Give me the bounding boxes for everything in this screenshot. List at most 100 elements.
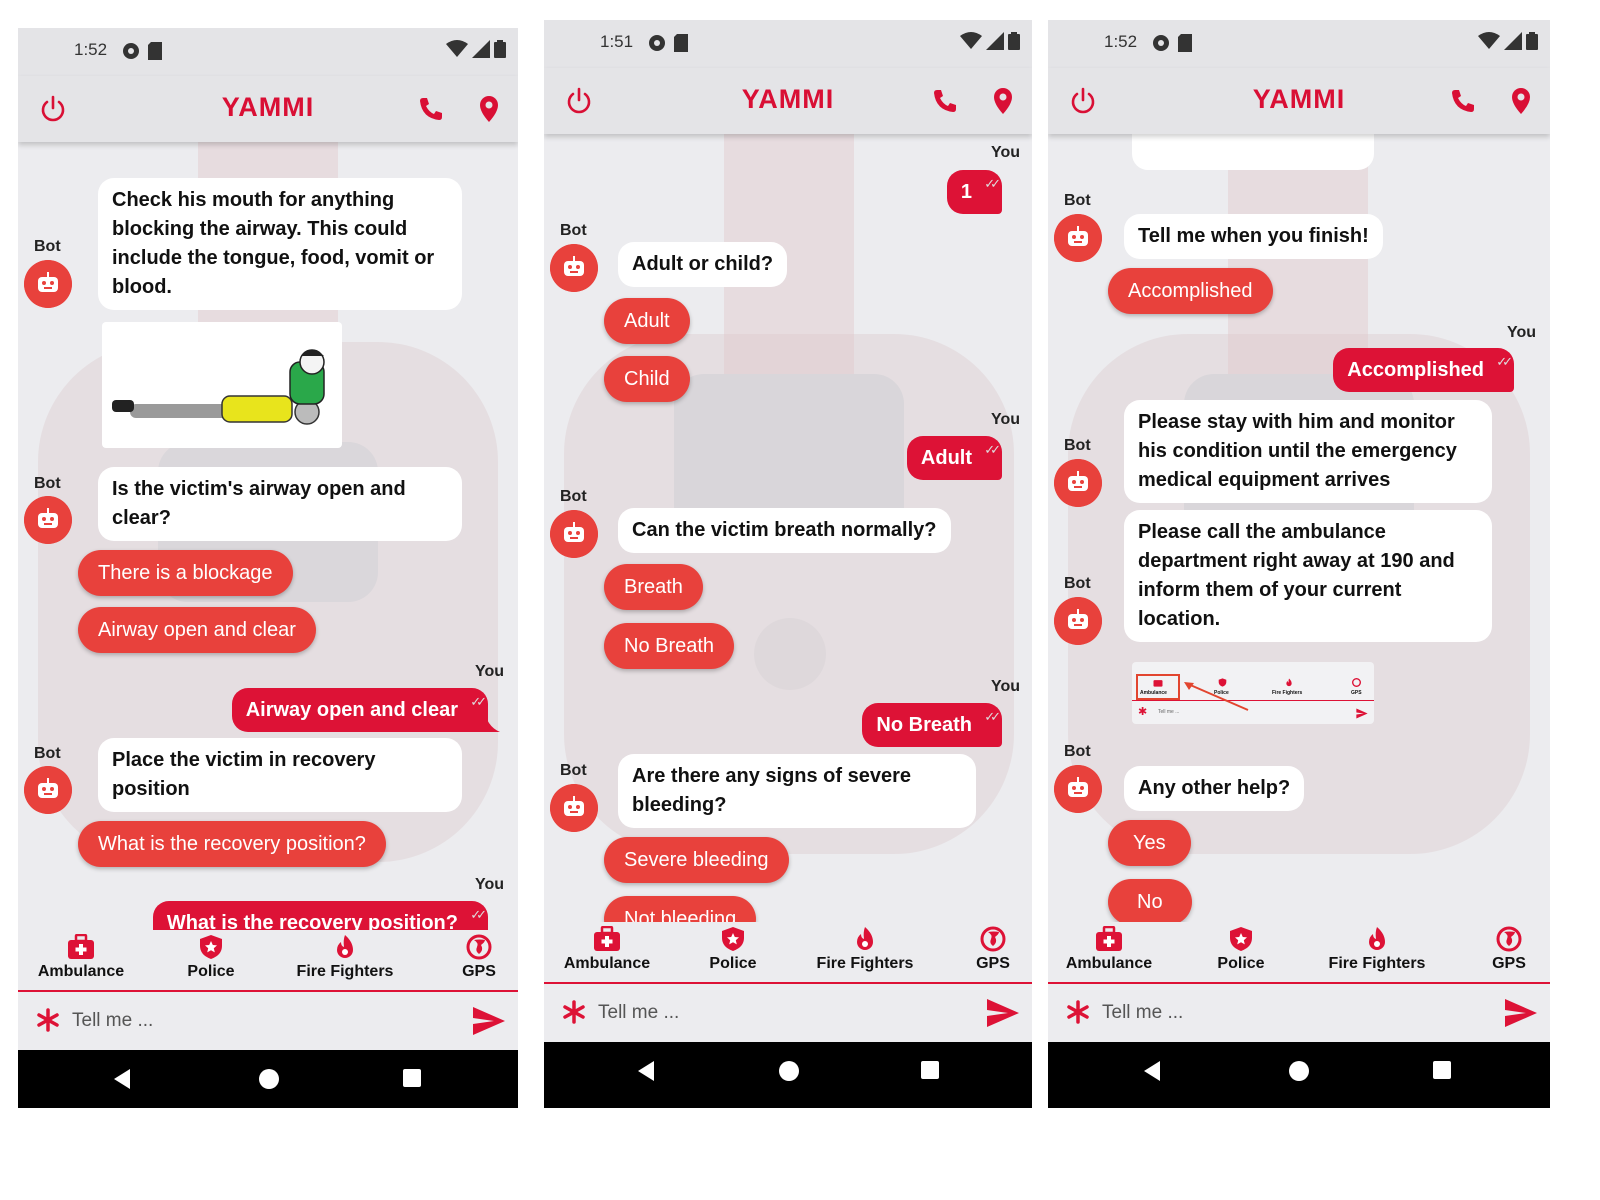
you-label: You bbox=[1506, 324, 1536, 341]
send-icon[interactable] bbox=[1504, 998, 1538, 1028]
option-no-breath[interactable]: No Breath bbox=[604, 623, 735, 669]
bot-avatar-icon bbox=[24, 260, 72, 308]
you-label: You bbox=[990, 411, 1020, 428]
option-there-is-blockage[interactable]: There is a blockage bbox=[78, 550, 293, 596]
bot-avatar-icon bbox=[1054, 214, 1102, 262]
double-check-icon: ✓✓ bbox=[470, 694, 487, 709]
home-icon[interactable] bbox=[778, 1060, 800, 1082]
option-not-bleeding[interactable]: Not bleeding bbox=[604, 896, 757, 922]
globe-icon bbox=[1496, 926, 1522, 952]
home-icon[interactable] bbox=[258, 1068, 280, 1090]
location-pin-icon[interactable] bbox=[1506, 86, 1536, 116]
emergency-nav: Ambulance Police Fire Fighters GPS bbox=[18, 930, 518, 990]
nav-ambulance[interactable]: Ambulance bbox=[36, 934, 126, 981]
bot-message-bleeding: Are there any signs of severe bleeding? bbox=[618, 754, 976, 828]
data-saver-icon bbox=[123, 43, 139, 59]
send-icon[interactable] bbox=[472, 1006, 506, 1036]
phone-icon[interactable] bbox=[416, 94, 446, 124]
fire-icon bbox=[337, 935, 353, 958]
asterisk-icon[interactable] bbox=[562, 1000, 586, 1024]
bot-avatar-icon bbox=[1054, 459, 1102, 507]
status-time: 1:51 bbox=[600, 32, 634, 51]
back-icon[interactable] bbox=[636, 1060, 656, 1082]
option-yes[interactable]: Yes bbox=[1108, 820, 1191, 866]
status-bar: 1:52 bbox=[18, 28, 518, 76]
police-shield-icon bbox=[1230, 927, 1252, 951]
nav-police[interactable]: Police bbox=[176, 934, 246, 981]
signal-icon bbox=[986, 32, 1004, 50]
nav-ambulance[interactable]: Ambulance bbox=[1064, 926, 1154, 973]
double-check-icon: ✓✓ bbox=[1496, 354, 1513, 369]
nav-gps[interactable]: GPS bbox=[1484, 926, 1534, 973]
send-icon bbox=[1356, 708, 1368, 719]
wifi-icon bbox=[1478, 32, 1500, 49]
bot-message-call: Please call the ambulance department rig… bbox=[1124, 510, 1492, 642]
fire-icon bbox=[857, 927, 873, 950]
bot-avatar-icon bbox=[24, 496, 72, 544]
nav-ambulance[interactable]: Ambulance bbox=[562, 926, 652, 973]
first-aid-kit-icon bbox=[1096, 926, 1122, 951]
user-message-accomplished: Accomplished ✓✓ bbox=[1333, 348, 1514, 392]
asterisk-icon[interactable] bbox=[1066, 1000, 1090, 1024]
double-check-icon: ✓✓ bbox=[984, 442, 1001, 457]
composer bbox=[544, 984, 1032, 1042]
option-breath[interactable]: Breath bbox=[604, 564, 703, 610]
user-message-no-breath: No Breath ✓✓ bbox=[862, 703, 1002, 747]
nav-fire-fighters[interactable]: Fire Fighters bbox=[1322, 926, 1432, 973]
nav-gps[interactable]: GPS bbox=[454, 934, 504, 981]
option-adult[interactable]: Adult bbox=[604, 298, 690, 344]
nav-police[interactable]: Police bbox=[698, 926, 768, 973]
recents-icon[interactable] bbox=[920, 1060, 940, 1080]
phone-icon[interactable] bbox=[1448, 86, 1478, 116]
status-time: 1:52 bbox=[74, 40, 108, 59]
option-accomplished[interactable]: Accomplished bbox=[1108, 268, 1273, 314]
chat-area[interactable]: Bot Tell me when you finish! Accomplishe… bbox=[1048, 134, 1550, 922]
location-pin-icon[interactable] bbox=[474, 94, 504, 124]
bot-message-airway: Is the victim's airway open and clear? bbox=[98, 467, 462, 541]
nav-fire-fighters[interactable]: Fire Fighters bbox=[290, 934, 400, 981]
status-bar: 1:52 bbox=[1048, 20, 1550, 68]
double-check-icon: ✓✓ bbox=[984, 709, 1001, 724]
option-child[interactable]: Child bbox=[604, 356, 690, 402]
nav-gps[interactable]: GPS bbox=[968, 926, 1018, 973]
phone-screen-3: 1:52 YAMMI Bot Tell me when you finish! … bbox=[1048, 20, 1550, 1108]
option-what-is-recovery[interactable]: What is the recovery position? bbox=[78, 821, 386, 867]
bot-avatar-icon bbox=[24, 766, 72, 814]
battery-icon bbox=[494, 40, 506, 58]
signal-icon bbox=[1504, 32, 1522, 50]
chat-area[interactable]: Check his mouth for anything blocking th… bbox=[18, 142, 518, 930]
cpr-illustration bbox=[112, 349, 325, 425]
recents-icon[interactable] bbox=[1432, 1060, 1452, 1080]
message-input[interactable] bbox=[72, 1002, 432, 1040]
option-airway-open[interactable]: Airway open and clear bbox=[78, 607, 316, 653]
option-no[interactable]: No bbox=[1108, 879, 1192, 922]
phone-icon[interactable] bbox=[930, 86, 960, 116]
asterisk-icon[interactable] bbox=[36, 1008, 60, 1032]
thumb-divider bbox=[1132, 700, 1374, 701]
nav-fire-fighters[interactable]: Fire Fighters bbox=[810, 926, 920, 973]
bubble-tail bbox=[484, 708, 500, 732]
option-severe-bleeding[interactable]: Severe bleeding bbox=[604, 837, 789, 883]
recents-icon[interactable] bbox=[402, 1068, 422, 1088]
home-icon[interactable] bbox=[1288, 1060, 1310, 1082]
send-icon[interactable] bbox=[986, 998, 1020, 1028]
bot-label: Bot bbox=[34, 745, 61, 762]
bot-avatar-icon bbox=[550, 784, 598, 832]
bot-label: Bot bbox=[1064, 437, 1091, 454]
you-label: You bbox=[990, 678, 1020, 695]
composer bbox=[1048, 984, 1550, 1042]
system-nav-bar bbox=[18, 1050, 518, 1108]
user-message-one: 1 ✓✓ bbox=[946, 170, 1002, 214]
data-saver-icon bbox=[649, 35, 665, 51]
chat-area[interactable]: You 1 ✓✓ Bot Adult or child? Adult Child … bbox=[544, 134, 1032, 922]
message-input[interactable] bbox=[598, 994, 958, 1032]
back-icon[interactable] bbox=[112, 1068, 132, 1090]
nav-police[interactable]: Police bbox=[1206, 926, 1276, 973]
message-input[interactable] bbox=[1102, 994, 1462, 1032]
location-pin-icon[interactable] bbox=[988, 86, 1018, 116]
bot-message-stay: Please stay with him and monitor his con… bbox=[1124, 400, 1492, 503]
composer bbox=[18, 992, 518, 1050]
back-icon[interactable] bbox=[1142, 1060, 1162, 1082]
asterisk-icon: ✱ bbox=[1138, 706, 1148, 718]
police-shield-icon bbox=[200, 935, 222, 959]
